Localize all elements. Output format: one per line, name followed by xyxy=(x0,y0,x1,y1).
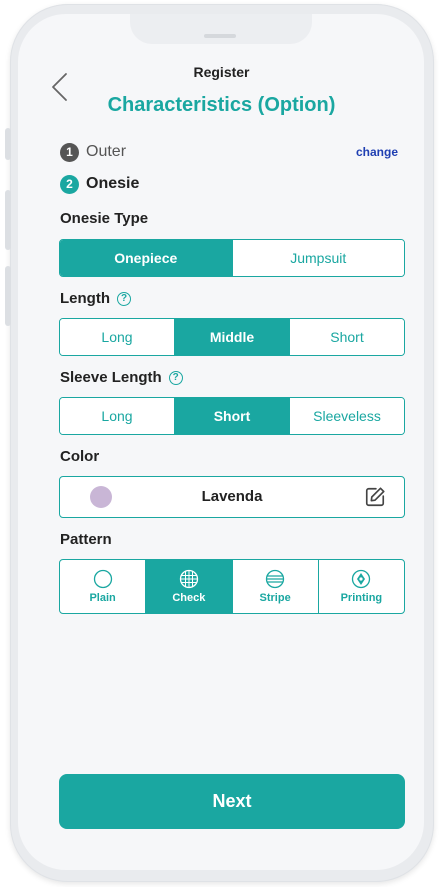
option-length-long[interactable]: Long xyxy=(60,319,174,355)
pattern-option-plain[interactable]: Plain xyxy=(60,560,145,613)
pattern-label-stripe: Stripe xyxy=(259,592,291,604)
step-number: 2 xyxy=(60,174,79,194)
length-section: Length ? xyxy=(60,290,131,307)
pattern-option-stripe[interactable]: Stripe xyxy=(231,560,318,613)
pattern-selector: Plain Check Stripe Printing xyxy=(59,559,405,614)
help-icon[interactable]: ? xyxy=(168,370,183,385)
color-field[interactable]: Lavenda xyxy=(59,476,405,518)
change-link[interactable]: change xyxy=(356,145,398,159)
step-label: Onesie xyxy=(86,175,140,192)
pattern-label-printing: Printing xyxy=(340,592,383,604)
pattern-option-check[interactable]: Check xyxy=(145,560,232,613)
stripe-circle-icon xyxy=(265,569,285,589)
onesie-type-label: Onesie Type xyxy=(60,210,149,227)
option-jumpsuit[interactable]: Jumpsuit xyxy=(231,240,404,276)
sleeve-length-selector: Long Short Sleeveless xyxy=(59,397,405,435)
pattern-label: Pattern xyxy=(60,531,112,548)
speaker xyxy=(204,34,236,38)
sleeve-length-section: Sleeve Length ? xyxy=(60,369,183,386)
onesie-type-selector: Onepiece Jumpsuit xyxy=(59,239,405,277)
side-button xyxy=(5,266,11,326)
option-length-middle[interactable]: Middle xyxy=(174,319,289,355)
help-icon[interactable]: ? xyxy=(117,291,131,306)
option-onepiece[interactable]: Onepiece xyxy=(60,240,232,276)
option-length-short[interactable]: Short xyxy=(289,319,404,355)
pattern-option-printing[interactable]: Printing xyxy=(317,560,404,613)
option-sleeve-short[interactable]: Short xyxy=(174,398,289,434)
color-value: Lavenda xyxy=(201,488,263,505)
color-label: Color xyxy=(60,448,100,465)
length-selector: Long Middle Short xyxy=(59,318,405,356)
notch xyxy=(130,14,312,44)
printing-icon xyxy=(352,569,371,589)
option-sleeve-sleeveless[interactable]: Sleeveless xyxy=(289,398,404,434)
sleeve-length-label: Sleeve Length xyxy=(60,369,162,386)
circle-icon xyxy=(93,569,112,589)
step-outer: 1 Outer xyxy=(60,142,126,162)
length-label: Length xyxy=(60,290,110,307)
step-number: 1 xyxy=(60,142,79,162)
grid-globe-icon xyxy=(179,569,199,589)
step-onesie: 2 Onesie xyxy=(60,174,139,194)
next-button[interactable]: Next xyxy=(59,774,405,829)
edit-icon[interactable] xyxy=(364,486,386,508)
page-title: Characteristics (Option) xyxy=(107,94,336,116)
pattern-label-plain: Plain xyxy=(89,592,116,604)
side-button xyxy=(5,128,11,160)
pattern-label-check: Check xyxy=(172,592,206,604)
header-subtitle: Register xyxy=(193,64,250,80)
step-label: Outer xyxy=(86,143,127,160)
side-button xyxy=(5,190,11,250)
option-sleeve-long[interactable]: Long xyxy=(60,398,174,434)
